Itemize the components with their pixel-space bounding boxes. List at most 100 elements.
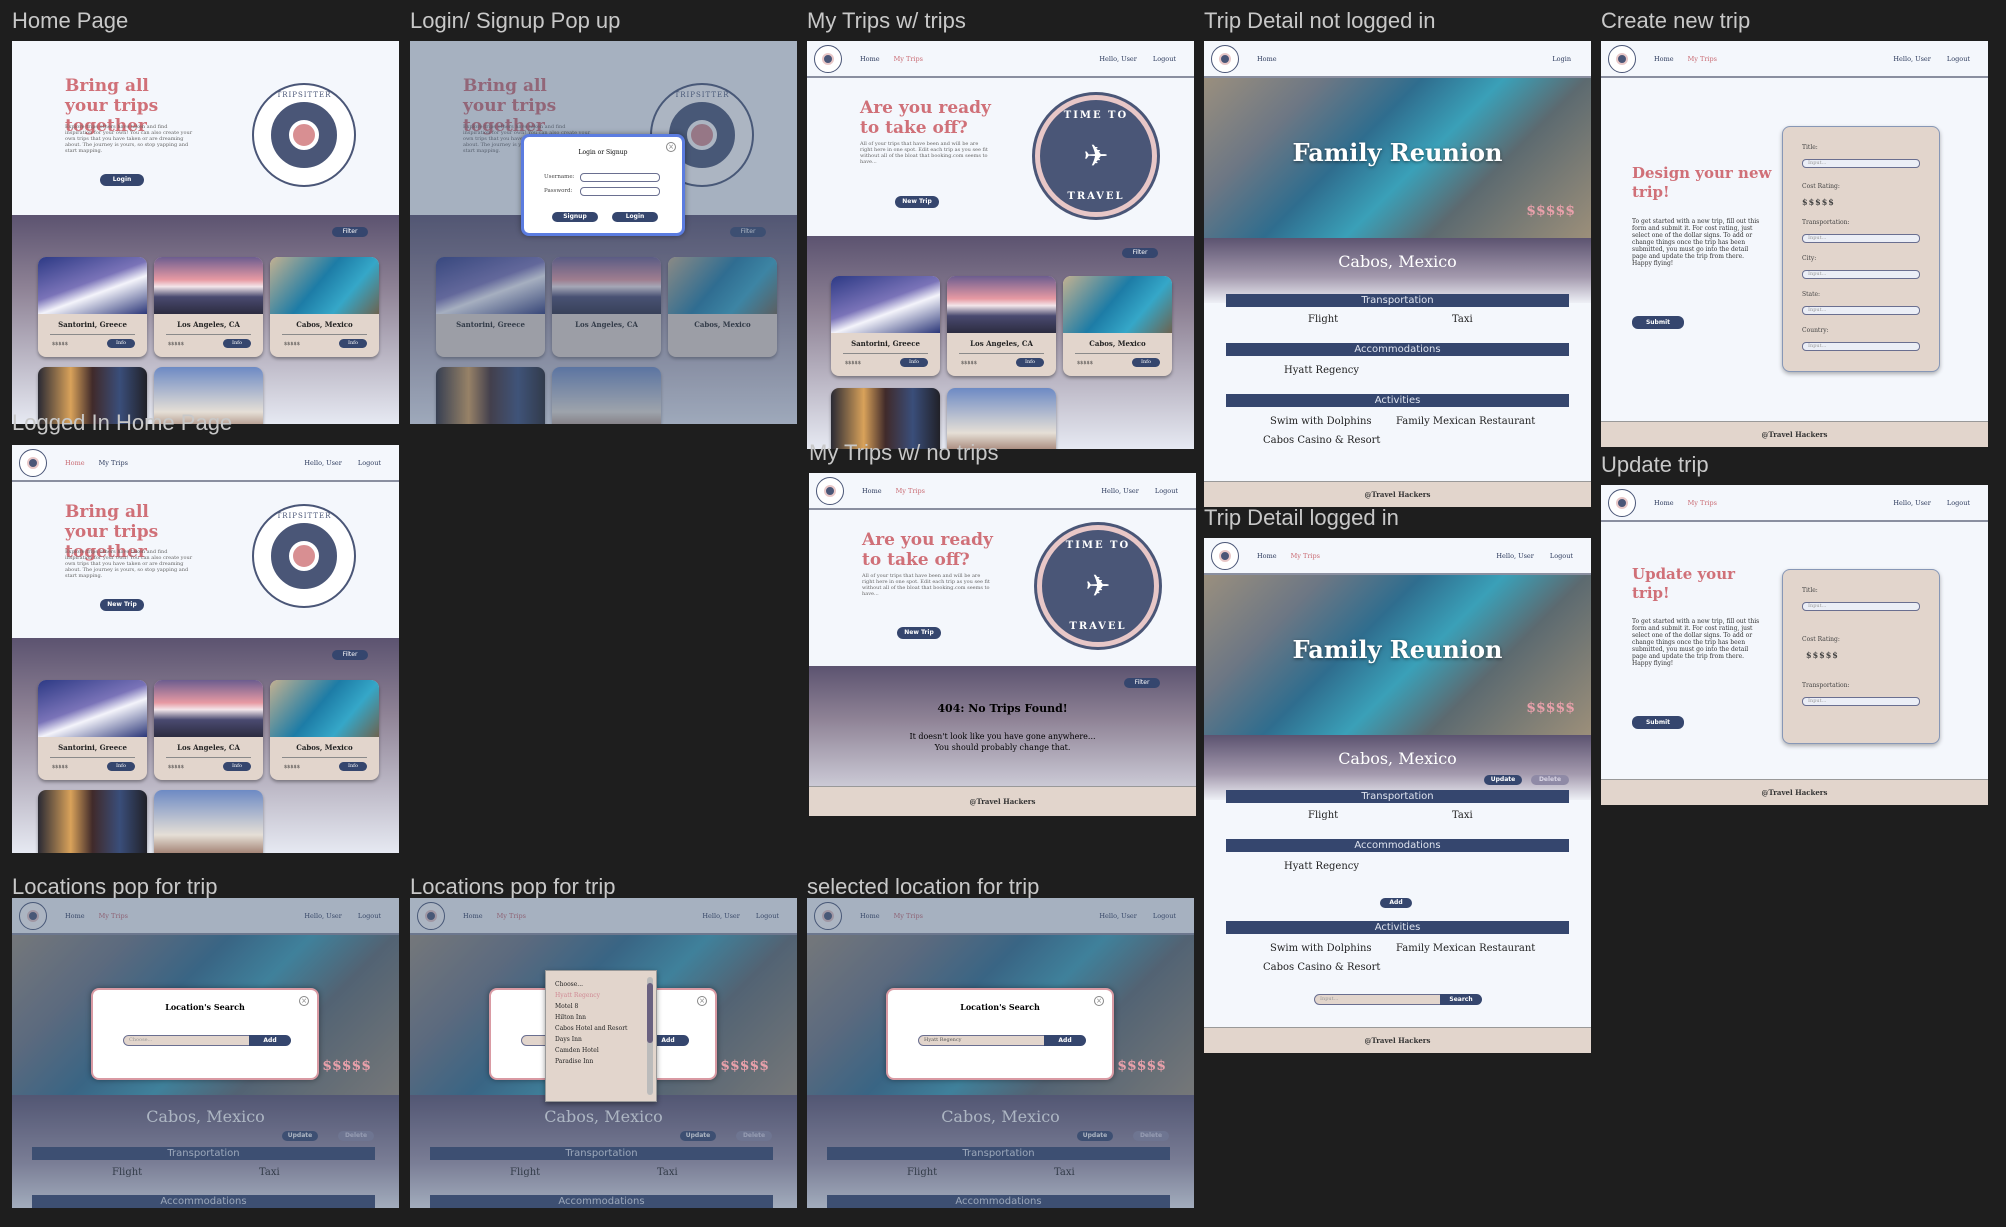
- dropdown-option[interactable]: Motel 8: [555, 1001, 627, 1012]
- frame-no-trips: Home My Trips Hello, User Logout Are you…: [809, 473, 1196, 816]
- nav-logout[interactable]: Logout: [1947, 499, 1970, 507]
- add-location-button[interactable]: Add: [1044, 1035, 1086, 1046]
- info-button[interactable]: Info: [223, 762, 251, 771]
- update-button[interactable]: Update: [1484, 775, 1522, 785]
- stamp-top-text: TIME TO: [1065, 540, 1131, 551]
- hero-title: Are you ready to take off?: [862, 530, 993, 570]
- info-button[interactable]: Info: [1016, 358, 1044, 367]
- modal-title: Location's Search: [165, 1002, 245, 1012]
- nav-home[interactable]: Home: [1257, 552, 1277, 560]
- nav-home[interactable]: Home: [860, 55, 880, 63]
- hero-body: Explore trips others have taken and find…: [65, 124, 193, 154]
- info-button[interactable]: Info: [223, 339, 251, 348]
- nav-home[interactable]: Home: [1654, 499, 1674, 507]
- city-input[interactable]: Input...: [1802, 270, 1920, 279]
- nav-my-trips[interactable]: My Trips: [894, 55, 923, 63]
- trip-card[interactable]: [154, 790, 263, 853]
- dropdown-option[interactable]: Paradise Inn: [555, 1056, 627, 1067]
- country-input[interactable]: Input...: [1802, 342, 1920, 351]
- nav-my-trips[interactable]: My Trips: [896, 487, 925, 495]
- activity-search-input[interactable]: Input...: [1314, 994, 1442, 1005]
- nav-login[interactable]: Login: [1552, 55, 1571, 63]
- login-modal: × Login or Signup Username: Password: Si…: [521, 134, 685, 236]
- dropdown-scrollbar[interactable]: [647, 977, 653, 1095]
- nav-my-trips[interactable]: My Trips: [99, 459, 128, 467]
- frame-loc2: Home My Trips Hello, User Logout Cabos, …: [410, 898, 797, 1208]
- dropdown-option[interactable]: Cabos Hotel and Resort: [555, 1023, 627, 1034]
- activity-search-button[interactable]: Search: [1440, 994, 1482, 1005]
- dropdown-option[interactable]: Camden Hotel: [555, 1045, 627, 1056]
- transport-label: Transportation:: [1802, 219, 1850, 226]
- cost-rating-selector[interactable]: $$$$$: [1806, 650, 1839, 660]
- frame-create: Home My Trips Hello, User Logout Design …: [1601, 41, 1988, 447]
- new-trip-button[interactable]: New Trip: [895, 196, 939, 208]
- location-select[interactable]: Choose...: [123, 1035, 251, 1046]
- password-input[interactable]: [580, 187, 660, 196]
- trips-band: Filter Santorini, Greece $$$$$ Info Los An…: [12, 638, 399, 853]
- login-button[interactable]: Login: [100, 174, 144, 186]
- new-trip-button[interactable]: New Trip: [897, 627, 941, 639]
- state-input[interactable]: Input...: [1802, 306, 1920, 315]
- dropdown-option[interactable]: Hilton Inn: [555, 1012, 627, 1023]
- delete-button[interactable]: Delete: [1531, 775, 1569, 785]
- transport-item: Flight: [1308, 314, 1339, 325]
- nav-my-trips[interactable]: My Trips: [1291, 552, 1320, 560]
- title-input[interactable]: Input...: [1802, 602, 1920, 611]
- add-accommodation-button[interactable]: Add: [1380, 898, 1412, 908]
- filter-button[interactable]: Filter: [332, 650, 368, 660]
- logo-icon[interactable]: [1211, 44, 1239, 73]
- trip-cost: $$$$$: [1526, 203, 1575, 219]
- signup-button[interactable]: Signup: [552, 212, 598, 222]
- info-button[interactable]: Info: [107, 762, 135, 771]
- logo-icon[interactable]: [19, 448, 47, 477]
- nav-my-trips[interactable]: My Trips: [1688, 499, 1717, 507]
- nav-home[interactable]: Home: [1257, 55, 1277, 63]
- transport-input[interactable]: Input...: [1802, 234, 1920, 243]
- frame-detail-guest: Home Login Family Reunion $$$$$ Cabos, M…: [1204, 41, 1591, 507]
- title-label: Title:: [1802, 144, 1818, 151]
- nav-logout[interactable]: Logout: [1153, 55, 1176, 63]
- frame-login-popup: Bring all your trips together Explore tr…: [410, 41, 797, 424]
- info-button[interactable]: Info: [339, 762, 367, 771]
- login-submit-button[interactable]: Login: [612, 212, 658, 222]
- nav-logout[interactable]: Logout: [358, 459, 381, 467]
- logo-icon[interactable]: [1211, 541, 1239, 570]
- new-trip-button[interactable]: New Trip: [100, 599, 144, 611]
- transport-input[interactable]: Input...: [1802, 697, 1920, 706]
- dropdown-option[interactable]: Days Inn: [555, 1034, 627, 1045]
- username-input[interactable]: [580, 173, 660, 182]
- info-button[interactable]: Info: [107, 339, 135, 348]
- submit-button[interactable]: Submit: [1632, 716, 1684, 729]
- nav-logout[interactable]: Logout: [1155, 487, 1178, 495]
- logo-icon[interactable]: [1608, 488, 1636, 517]
- nav-home[interactable]: Home: [1654, 55, 1674, 63]
- dropdown-option[interactable]: Hyatt Regency: [555, 990, 627, 1001]
- stamp-bottom-text: TRAVEL: [1067, 191, 1125, 202]
- filter-button[interactable]: Filter: [332, 227, 368, 237]
- info-button[interactable]: Info: [900, 358, 928, 367]
- nav-logout[interactable]: Logout: [1947, 55, 1970, 63]
- nav-home[interactable]: Home: [862, 487, 882, 495]
- submit-button[interactable]: Submit: [1632, 316, 1684, 329]
- filter-button[interactable]: Filter: [1124, 678, 1160, 688]
- create-body: To get started with a new trip, fill out…: [1632, 218, 1760, 267]
- cost-rating-selector[interactable]: $$$$$: [1802, 197, 1835, 207]
- logo-icon[interactable]: [816, 476, 844, 505]
- frame-label-logged-home: Logged In Home Page: [12, 410, 233, 435]
- info-button[interactable]: Info: [339, 339, 367, 348]
- nav-home[interactable]: Home: [65, 459, 85, 467]
- location-select[interactable]: Hyatt Regency: [918, 1035, 1046, 1046]
- info-button[interactable]: Info: [1132, 358, 1160, 367]
- logo-icon[interactable]: [1608, 44, 1636, 73]
- nav-logout[interactable]: Logout: [1550, 552, 1573, 560]
- nav-my-trips[interactable]: My Trips: [1688, 55, 1717, 63]
- trip-name: Cabos, Mexico: [1089, 339, 1146, 348]
- logo-icon[interactable]: [814, 44, 842, 73]
- title-input[interactable]: Input...: [1802, 159, 1920, 168]
- filter-button[interactable]: Filter: [1122, 248, 1158, 258]
- trip-card[interactable]: [38, 790, 147, 853]
- add-location-button[interactable]: Add: [249, 1035, 291, 1046]
- transportation-header: Transportation: [1226, 790, 1569, 803]
- close-icon[interactable]: ×: [697, 996, 707, 1006]
- dropdown-option[interactable]: Choose...: [555, 979, 627, 990]
